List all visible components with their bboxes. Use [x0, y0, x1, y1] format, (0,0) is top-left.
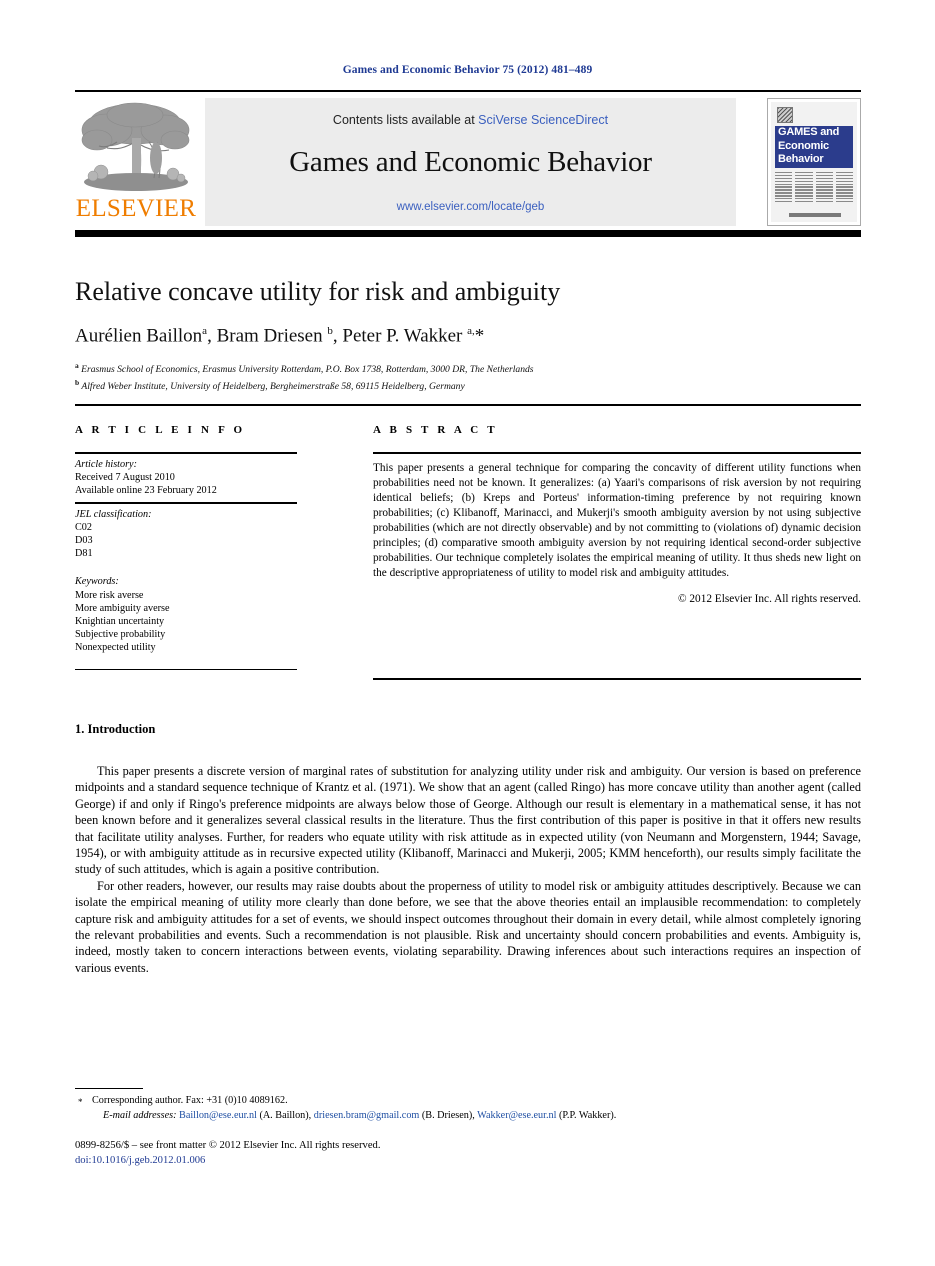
abstract-column: This paper presents a general technique …: [373, 452, 861, 605]
cover-inner: GAMES and Economic Behavior: [771, 102, 857, 222]
cover-toc-columns: [775, 172, 853, 210]
email-link-baillon[interactable]: Baillon@ese.eur.nl: [179, 1110, 257, 1121]
abstract-copyright: © 2012 Elsevier Inc. All rights reserved…: [677, 592, 861, 605]
body-section: 1. Introduction This paper presents a di…: [75, 722, 861, 976]
sciencedirect-link[interactable]: SciVerse ScienceDirect: [478, 113, 608, 127]
contents-available-line: Contents lists available at SciVerse Sci…: [205, 113, 736, 127]
affiliation-text: Alfred Weber Institute, University of He…: [81, 381, 465, 393]
keyword-item: More risk averse: [75, 589, 144, 601]
section-heading-introduction: 1. Introduction: [75, 722, 156, 736]
issn-line: 0899-8256/$ – see front matter © 2012 El…: [75, 1140, 381, 1151]
cover-elsevier-mark-icon: [777, 107, 793, 123]
keyword-item: More ambiguity averse: [75, 602, 170, 614]
cover-toc-column: [775, 172, 793, 210]
issn-copyright-block: 0899-8256/$ – see front matter © 2012 El…: [75, 1139, 861, 1168]
jel-label: JEL classification:: [75, 508, 152, 520]
elsevier-tree-icon: [81, 102, 190, 191]
journal-url-link[interactable]: www.elsevier.com/locate/geb: [205, 201, 736, 213]
cover-toc-column: [815, 172, 833, 210]
running-head: Games and Economic Behavior 75 (2012) 48…: [342, 64, 593, 76]
elsevier-wordmark: ELSEVIER: [75, 195, 197, 222]
email-person-wakker: (P.P. Wakker): [559, 1109, 614, 1121]
cover-title-line3: Behavior: [778, 153, 824, 165]
jel-code: D81: [75, 548, 93, 560]
footnote-block: * Corresponding author. Fax: +31 (0)10 4…: [75, 1094, 861, 1123]
affil-marker-a: a: [75, 360, 79, 370]
masthead-bottom-rule: [75, 230, 861, 237]
cover-title-line1: GAMES and: [778, 126, 840, 138]
cover-title-box: GAMES and Economic Behavior: [775, 126, 853, 168]
article-info-column: Article history: Received 7 August 2010 …: [75, 452, 297, 671]
affil-marker: a,: [467, 324, 475, 337]
article-history-group: Article history: Received 7 August 2010 …: [75, 454, 297, 503]
email-person-driesen: (B. Driesen): [421, 1109, 473, 1121]
affiliation-text: Erasmus School of Economics, Erasmus Uni…: [81, 364, 534, 376]
abstract-top-rule: [373, 452, 861, 454]
journal-masthead: ELSEVIER Contents lists available at Sci…: [75, 90, 861, 237]
journal-title: Games and Economic Behavior: [289, 146, 652, 178]
info-bottom-rule: [75, 668, 297, 671]
elsevier-logo: ELSEVIER: [75, 98, 197, 226]
asterisk-icon: *: [78, 1097, 83, 1107]
corresponding-author-note: Corresponding author. Fax: +31 (0)10 408…: [92, 1095, 288, 1106]
info-abstract-top-rule: [75, 404, 861, 406]
contents-banner: Contents lists available at SciVerse Sci…: [205, 98, 736, 226]
article-received: Received 7 August 2010: [75, 471, 175, 483]
email-link-wakker[interactable]: Wakker@ese.eur.nl: [477, 1110, 556, 1121]
cover-toc-column: [795, 172, 813, 210]
page-title: Relative concave utility for risk and am…: [75, 277, 561, 306]
info-abstract-headings: A R T I C L E I N F O A B S T R A C T: [75, 424, 861, 446]
title-block: Relative concave utility for risk and am…: [75, 277, 861, 393]
affiliation-item: b Alfred Weber Institute, University of …: [75, 376, 861, 393]
keyword-item: Subjective probability: [75, 629, 166, 641]
email-addresses-line: E-mail addresses: Baillon@ese.eur.nl (A.…: [103, 1109, 617, 1121]
jel-code: D03: [75, 535, 93, 547]
cover-footer-bar: [789, 213, 841, 217]
journal-cover-thumbnail: GAMES and Economic Behavior: [767, 98, 861, 226]
cover-title-line2: Economic: [778, 139, 829, 152]
doi-link[interactable]: doi:10.1016/j.geb.2012.01.006: [75, 1154, 861, 1169]
author-list: Aurélien Baillona, Bram Driesen b, Peter…: [75, 324, 485, 346]
email-person-baillon: (A. Baillon): [259, 1109, 309, 1121]
jel-code: C02: [75, 521, 92, 533]
footnote-separator-rule: [75, 1088, 143, 1089]
abstract-bottom-rule: [373, 678, 861, 680]
affiliation-list: a Erasmus School of Economics, Erasmus U…: [75, 359, 861, 393]
abstract-heading: A B S T R A C T: [373, 424, 498, 436]
affil-marker: b: [327, 324, 333, 337]
affil-marker: a: [202, 324, 208, 337]
abstract-text: This paper presents a general technique …: [373, 461, 861, 580]
keyword-item: Nonexpected utility: [75, 642, 156, 654]
affiliation-item: a Erasmus School of Economics, Erasmus U…: [75, 359, 861, 376]
email-addresses-label: E-mail addresses:: [103, 1109, 177, 1121]
affil-marker-b: b: [75, 378, 80, 388]
keyword-item: Knightian uncertainty: [75, 616, 165, 628]
jel-classification-group: JEL classification: C02 D03 D81: [75, 504, 297, 566]
article-info-heading: A R T I C L E I N F O: [75, 424, 246, 436]
cover-toc-column: [835, 172, 853, 210]
email-link-driesen[interactable]: driesen.bram@gmail.com: [314, 1110, 420, 1121]
keywords-group: Keywords: More risk averse More ambiguit…: [75, 565, 297, 659]
body-paragraph: For other readers, however, our results …: [75, 878, 861, 975]
keywords-label: Keywords:: [75, 576, 119, 588]
paper-page: Games and Economic Behavior 75 (2012) 48…: [0, 0, 935, 1266]
masthead-top-rule: [75, 90, 861, 92]
article-history-label: Article history:: [75, 458, 137, 470]
article-available-online: Available online 23 February 2012: [75, 484, 217, 496]
contents-prefix: Contents lists available at: [332, 113, 479, 127]
body-paragraph: This paper presents a discrete version o…: [75, 764, 861, 877]
